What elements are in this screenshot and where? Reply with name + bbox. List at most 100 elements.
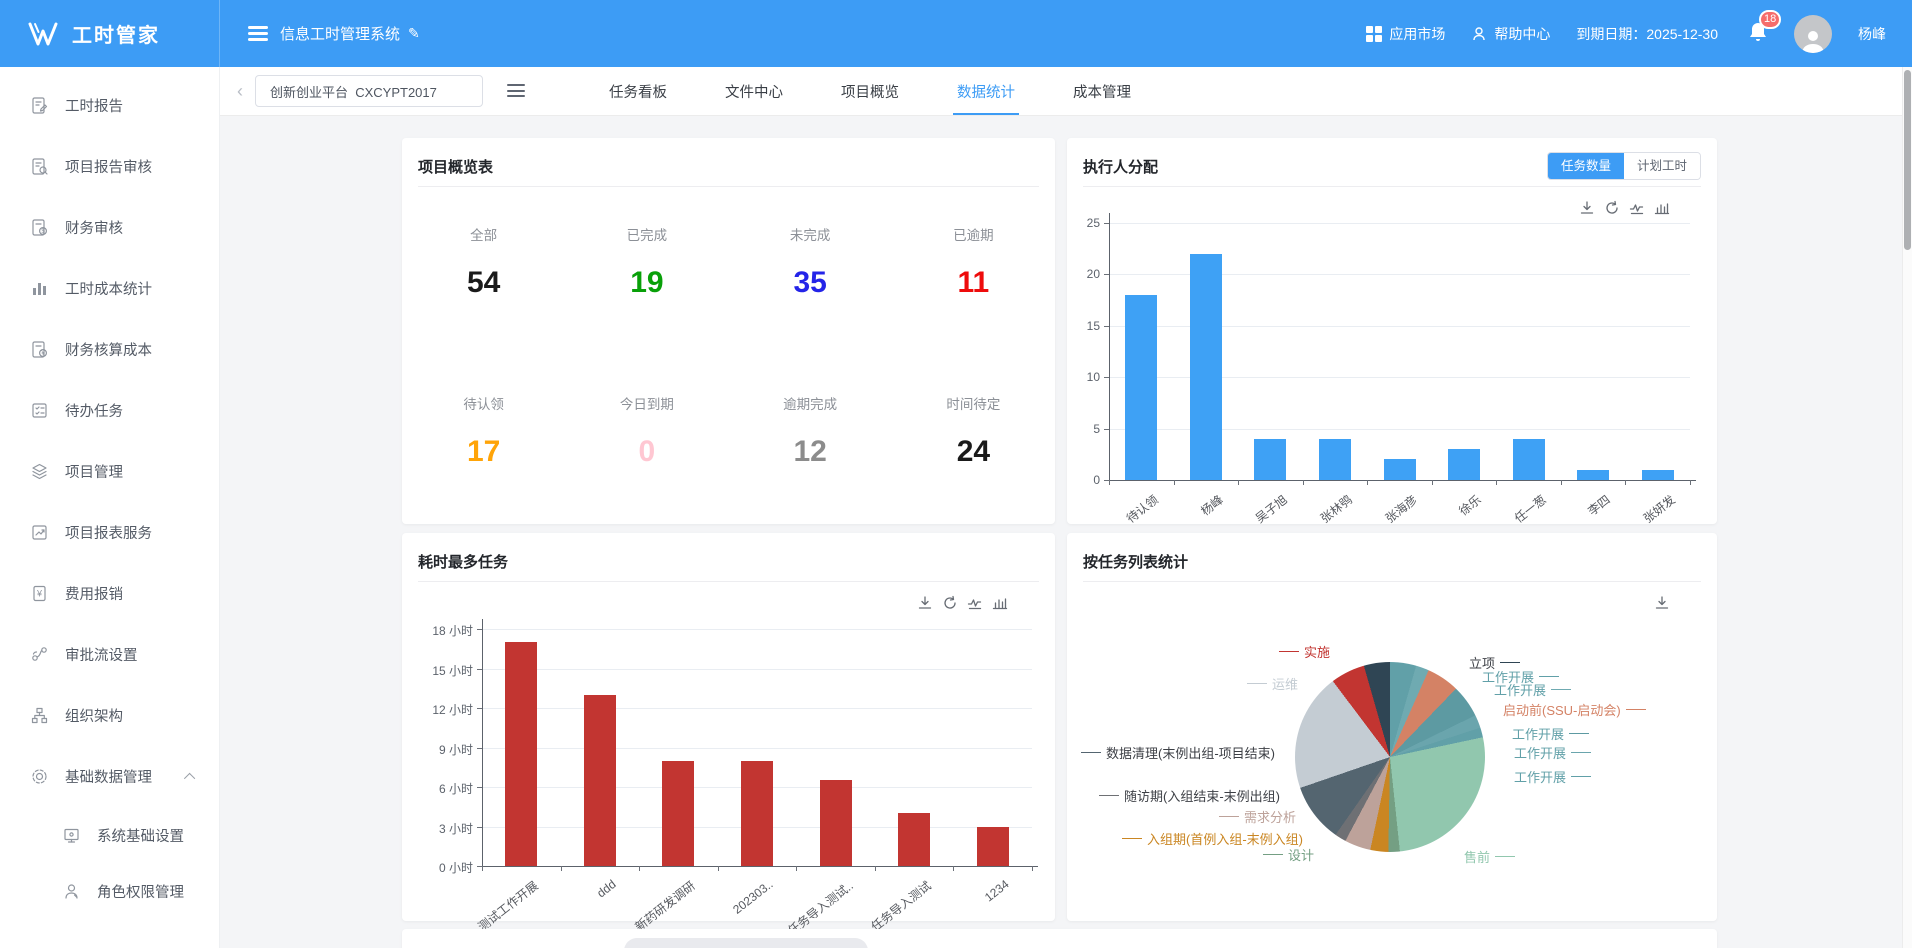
sidebar-item-system-basic-settings[interactable]: 系统基础设置 xyxy=(0,807,219,863)
task-list-pie-chart[interactable]: 实施立项工作开展工作开展启动前(SSU-启动会)工作开展工作开展工作开展售前设计… xyxy=(1067,533,1717,921)
bar[interactable] xyxy=(662,761,694,866)
trend-chart-icon xyxy=(30,523,49,542)
tab-cost-management[interactable]: 成本管理 xyxy=(1065,67,1139,115)
report-doc-icon xyxy=(30,96,49,115)
sidebar-item-expense-reimbursement[interactable]: ¥ 费用报销 xyxy=(0,563,219,624)
yen-receipt-icon: ¥ xyxy=(30,584,49,603)
y-tick-label: 18 小时 xyxy=(402,622,473,639)
doc-search-icon xyxy=(30,157,49,176)
project-toolbar: ‹ 创新创业平台 CXCYPT2017 任务看板 文件中心 项目概览 数据统计 … xyxy=(220,67,1912,116)
executor-bar-chart[interactable]: 0510152025待认领杨峰吴子旭张林鸮张海彦徐乐任一葱李四张妍发 xyxy=(1067,138,1717,524)
sidebar-item-project-report-service[interactable]: 项目报表服务 xyxy=(0,502,219,563)
pie[interactable] xyxy=(1295,662,1485,852)
sidebar-item-org-structure[interactable]: 组织架构 xyxy=(0,685,219,746)
app-root: 工时管家 信息工时管理系统 ✎ 应用市场 帮助中心 到期日期：2025-12-3… xyxy=(0,0,1912,948)
bar[interactable] xyxy=(1319,439,1351,480)
pie-label-text: 实施 xyxy=(1304,642,1330,661)
y-tick-label: 25 xyxy=(1067,216,1100,230)
tab-project-overview[interactable]: 项目概览 xyxy=(833,67,907,115)
x-tick-label: 杨峰 xyxy=(1197,491,1226,519)
tab-task-board[interactable]: 任务看板 xyxy=(601,67,675,115)
tab-data-statistics[interactable]: 数据统计 xyxy=(949,67,1023,115)
y-axis-line xyxy=(1109,213,1110,480)
bar[interactable] xyxy=(1125,295,1157,480)
axis-tick xyxy=(1625,480,1626,485)
bar[interactable] xyxy=(898,813,930,866)
bar[interactable] xyxy=(741,761,773,866)
axis-tick xyxy=(796,866,797,871)
pie-label: 运维 xyxy=(1247,674,1298,693)
help-center-link[interactable]: 帮助中心 xyxy=(1471,24,1550,44)
pie-label-line xyxy=(1247,683,1267,685)
app-name: 工时管家 xyxy=(72,19,160,48)
axis-tick xyxy=(718,866,719,871)
bar[interactable] xyxy=(1384,459,1416,480)
bar[interactable] xyxy=(1448,449,1480,480)
y-tick-label: 15 小时 xyxy=(402,662,473,679)
pie-label: 启动前(SSU-启动会) xyxy=(1503,700,1646,719)
bar[interactable] xyxy=(820,780,852,866)
axis-tick xyxy=(561,866,562,871)
pie-label-line xyxy=(1500,662,1520,664)
sidebar-item-basic-data-management[interactable]: 基础数据管理 xyxy=(0,746,219,807)
sidebar-item-approval-flow-settings[interactable]: 审批流设置 xyxy=(0,624,219,685)
bar[interactable] xyxy=(1642,470,1674,480)
stat-completed: 已完成19 xyxy=(565,186,728,355)
bar[interactable] xyxy=(1577,470,1609,480)
pie-label-line xyxy=(1279,651,1299,653)
avatar-person-icon xyxy=(1800,27,1826,53)
dashboard-content: 项目概览表 全部54 已完成19 未完成35 已逾期11 待认领17 今日到期0… xyxy=(220,116,1912,948)
pie-label-text: 运维 xyxy=(1272,674,1298,693)
bar[interactable] xyxy=(1254,439,1286,480)
edit-title-icon[interactable]: ✎ xyxy=(408,25,420,42)
x-tick-label: 任务导入测试 xyxy=(867,877,934,935)
axis-tick xyxy=(639,866,640,871)
scrollbar-thumb[interactable] xyxy=(1904,70,1911,250)
pie-label-text: 工作开展 xyxy=(1514,743,1566,762)
y-tick-label: 0 xyxy=(1067,473,1100,487)
y-tick-label: 9 小时 xyxy=(402,741,473,758)
sidebar-item-finance-accounting-cost[interactable]: ¥ 财务核算成本 xyxy=(0,319,219,380)
main-area: ‹ 创新创业平台 CXCYPT2017 任务看板 文件中心 项目概览 数据统计 … xyxy=(220,67,1912,948)
pie-label: 工作开展 xyxy=(1514,743,1591,762)
sidebar-item-finance-review[interactable]: $ 财务审核 xyxy=(0,197,219,258)
pie-label-line xyxy=(1571,752,1591,754)
axis-tick xyxy=(1432,480,1433,485)
svg-text:¥: ¥ xyxy=(36,589,43,599)
board-icon[interactable] xyxy=(248,26,268,41)
back-button[interactable]: ‹ xyxy=(233,81,247,102)
project-select[interactable]: 创新创业平台 CXCYPT2017 xyxy=(255,75,483,107)
app-market-icon xyxy=(1366,26,1382,42)
pie-label-line xyxy=(1122,838,1142,840)
y-axis-line xyxy=(482,619,483,866)
axis-tick xyxy=(1032,866,1033,871)
partial-segmented-control[interactable] xyxy=(624,938,868,948)
bar[interactable] xyxy=(977,827,1009,867)
sidebar-item-todo-tasks[interactable]: 待办任务 xyxy=(0,380,219,441)
pie-label: 随访期(入组结束-末例出组) xyxy=(1099,786,1280,805)
notification-bell[interactable]: 18 xyxy=(1748,21,1768,46)
sidebar-item-project-management[interactable]: 项目管理 xyxy=(0,441,219,502)
sidebar-item-worktime-report[interactable]: 工时报告 xyxy=(0,75,219,136)
bar[interactable] xyxy=(505,642,537,866)
bar[interactable] xyxy=(1513,439,1545,480)
x-tick-label: 张海彦 xyxy=(1381,491,1420,527)
avatar[interactable] xyxy=(1794,15,1832,53)
flow-icon xyxy=(30,645,49,664)
doc-money-icon: $ xyxy=(30,218,49,237)
tasks-bar-chart[interactable]: 0 小时3 小时6 小时9 小时12 小时15 小时18 小时测试工作开展ddd… xyxy=(402,533,1055,921)
pie-label-text: 入组期(首例入组-末例入组) xyxy=(1147,829,1303,848)
gridline xyxy=(482,748,1032,749)
x-axis-line xyxy=(482,866,1038,867)
sidebar-item-worktime-cost-stats[interactable]: 工时成本统计 xyxy=(0,258,219,319)
sidebar-item-role-permission-management[interactable]: 角色权限管理 xyxy=(0,863,219,919)
sidebar-item-project-report-review[interactable]: 项目报告审核 xyxy=(0,136,219,197)
axis-tick xyxy=(1496,480,1497,485)
org-tree-icon xyxy=(30,706,49,725)
bar[interactable] xyxy=(1190,254,1222,480)
app-market-link[interactable]: 应用市场 xyxy=(1366,24,1445,44)
bar[interactable] xyxy=(584,695,616,866)
list-view-icon[interactable] xyxy=(507,84,525,98)
pie-label-line xyxy=(1626,709,1646,711)
tab-file-center[interactable]: 文件中心 xyxy=(717,67,791,115)
